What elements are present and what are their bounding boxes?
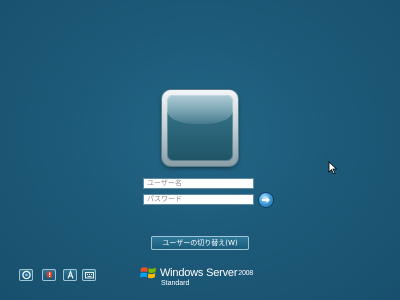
mouse-cursor (328, 160, 338, 179)
alert-button[interactable] (42, 269, 56, 281)
username-field[interactable] (143, 178, 254, 189)
user-picture (167, 95, 233, 161)
user-tile[interactable] (162, 90, 238, 166)
login-submit-button[interactable] (259, 193, 273, 207)
language-icon (67, 270, 74, 279)
keyboard-icon (85, 272, 94, 279)
language-button[interactable] (63, 269, 77, 281)
product-edition: Standard (161, 280, 190, 287)
keyboard-button[interactable] (82, 269, 96, 281)
switch-user-button[interactable]: ユーザーの切り替え(W) (151, 236, 249, 250)
ease-of-access-button[interactable] (19, 269, 33, 281)
product-name: Windows Server2008 (160, 267, 254, 279)
arrow-right-icon (262, 196, 270, 204)
alert-icon (47, 271, 52, 278)
windows-server-branding: Windows Server2008 Standard (139, 262, 269, 292)
product-year: 2008 (238, 270, 254, 277)
password-field[interactable] (143, 194, 254, 205)
ease-of-access-icon (22, 270, 31, 280)
pointer-icon (328, 161, 338, 175)
windows-flag-icon (140, 267, 156, 279)
